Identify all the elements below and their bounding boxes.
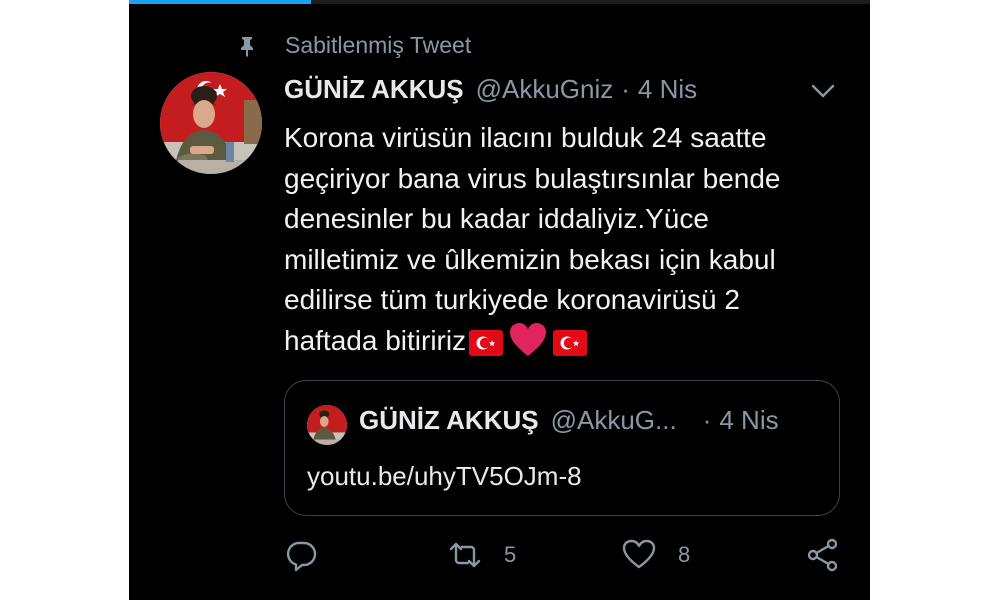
reply-button[interactable] xyxy=(284,538,318,572)
quoted-link[interactable]: youtu.be/uhyTV5OJm-8 xyxy=(307,461,582,492)
tweet-text: Korona virüsün ilacını bulduk 24 saatte … xyxy=(284,118,854,361)
retweet-button[interactable]: 5 xyxy=(448,538,516,572)
pinned-label: Sabitlenmiş Tweet xyxy=(285,32,472,58)
avatar[interactable] xyxy=(160,72,262,174)
pinned-row: Sabitlenmiş Tweet xyxy=(235,32,471,59)
tweet-header: GÜNİZ AKKUŞ @AkkuGniz · 4 Nis xyxy=(284,74,697,105)
tweet-text-line: denesinler bu kadar iddaliyiz.Yüce xyxy=(284,203,709,234)
tweet-text-line: haftada bitiririz xyxy=(284,324,467,356)
quoted-author-handle: @AkkuG... xyxy=(550,405,677,435)
share-icon xyxy=(807,538,838,572)
quoted-author-name: GÜNİZ AKKUŞ xyxy=(359,405,539,435)
progress-track xyxy=(129,0,870,4)
like-count: 8 xyxy=(678,542,691,567)
chevron-down-icon[interactable] xyxy=(809,80,837,102)
author-handle[interactable]: @AkkuGniz xyxy=(476,74,614,105)
tweet-text-line: Korona virüsün ilacını bulduk 24 saatte xyxy=(284,122,767,153)
tweet-text-last-line: haftada bitiririz xyxy=(284,321,854,362)
quoted-header: GÜNİZ AKKUŞ @AkkuG... · 4 Nis xyxy=(359,405,779,436)
progress-bar xyxy=(129,0,311,4)
tweet-actions: 5 8 xyxy=(284,538,844,578)
separator-dot: · xyxy=(621,74,630,104)
tweet-text-line: milletimiz ve ûlkemizin bekası için kabu… xyxy=(284,243,776,275)
turkey-flag-emoji xyxy=(469,329,504,356)
like-button[interactable]: 8 xyxy=(622,538,690,572)
reply-icon xyxy=(286,541,317,572)
tweet-text-line: edilirse tüm turkiyede koronavirüsü 2 xyxy=(284,284,740,315)
quoted-avatar xyxy=(307,405,347,445)
red-heart-emoji xyxy=(510,322,547,356)
tweet-date[interactable]: 4 Nis xyxy=(638,74,697,105)
quoted-separator-dot: · xyxy=(702,405,712,435)
author-name[interactable]: GÜNİZ AKKUŞ xyxy=(284,74,464,105)
pin-icon xyxy=(241,36,253,57)
share-button[interactable] xyxy=(806,538,840,572)
retweet-count: 5 xyxy=(504,542,517,567)
tweet-text-line: geçiriyor bana virus bulaştırsınlar bend… xyxy=(284,162,781,194)
quoted-date: 4 Nis xyxy=(719,405,779,435)
heart-icon xyxy=(622,539,656,569)
retweet-icon xyxy=(449,542,481,568)
turkey-flag-emoji xyxy=(553,329,588,356)
quoted-tweet-card[interactable]: GÜNİZ AKKUŞ @AkkuG... · 4 Nis youtu.be/u… xyxy=(284,380,840,516)
tweet-screen: Sabitlenmiş Tweet GÜNİZ AKKUŞ @AkkuGniz … xyxy=(129,0,870,600)
